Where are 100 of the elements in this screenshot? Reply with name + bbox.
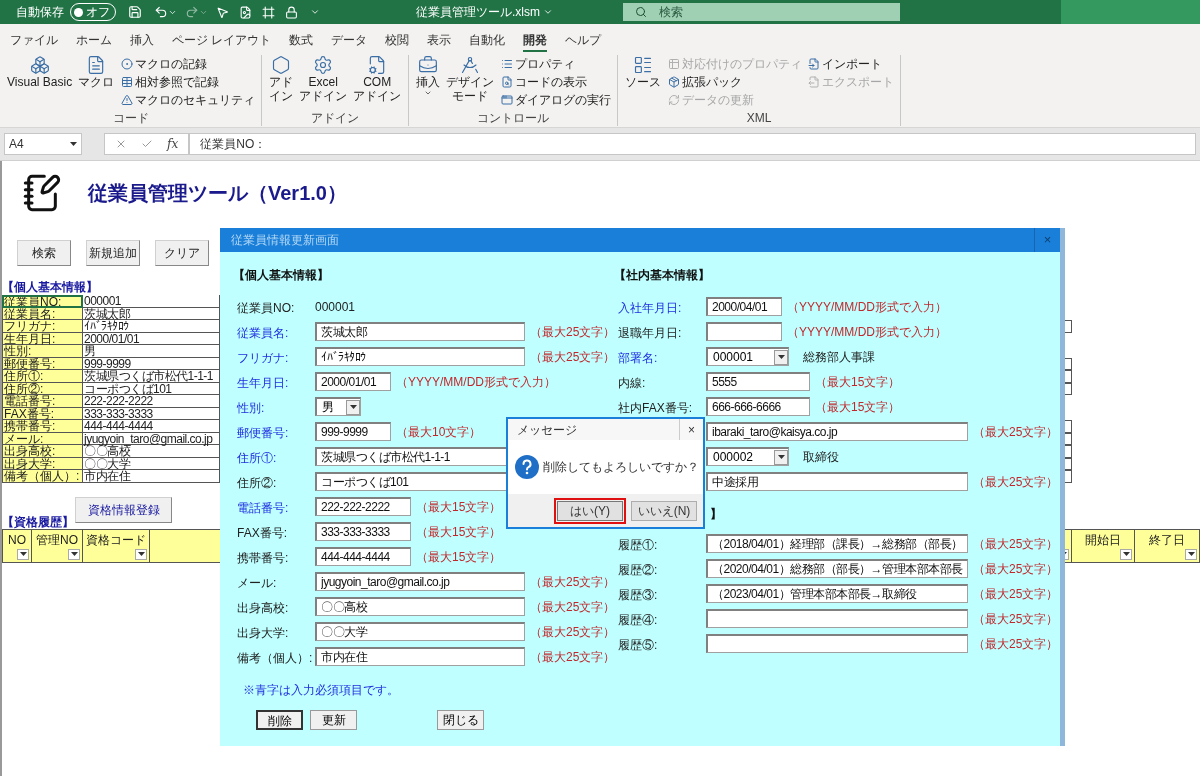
column-header[interactable]: NO — [2, 528, 32, 563]
text-field[interactable]: 〇〇大学 — [315, 622, 525, 641]
text-field[interactable]: 444-444-4444 — [315, 547, 411, 566]
ribbon-button[interactable]: プロパティ — [501, 55, 612, 72]
text-field[interactable]: 〇〇高校 — [315, 597, 525, 616]
dropdown[interactable]: 男 — [315, 397, 361, 416]
insert-function-button[interactable]: fx — [167, 135, 179, 153]
ribbon-tab[interactable]: ページ レイアウト — [172, 33, 272, 52]
customize-icon[interactable] — [310, 7, 320, 17]
label-cell[interactable]: 携帯番号: — [2, 420, 83, 433]
column-header[interactable]: 終了日 — [1135, 528, 1200, 563]
filter-button[interactable] — [1120, 548, 1132, 560]
ribbon-button[interactable]: Excel アドイン — [298, 55, 349, 111]
text-field[interactable] — [706, 634, 968, 653]
search-field[interactable]: 検索 — [623, 3, 900, 21]
text-field[interactable]: 5555 — [706, 372, 810, 391]
ribbon-button[interactable]: 挿入 — [415, 55, 442, 111]
text-field[interactable]: ibaraki_taro@kaisya.co.jp — [706, 422, 968, 441]
ribbon-button[interactable]: 拡張パック — [668, 73, 803, 90]
filter-button[interactable] — [68, 548, 80, 560]
filter-button[interactable] — [1185, 548, 1197, 560]
text-field[interactable]: （2023/04/01）管理本部本部長→取締役 — [706, 584, 968, 603]
cancel-icon[interactable] — [115, 138, 127, 150]
value-cell[interactable]: 333-333-3333 — [83, 407, 220, 420]
dropdown[interactable]: 000001 — [706, 347, 789, 366]
text-field[interactable]: 市内在住 — [315, 647, 525, 666]
value-cell[interactable]: 444-444-4444 — [83, 420, 220, 433]
text-field[interactable]: 222-222-2222 — [315, 497, 411, 516]
label-cell[interactable]: 出身高校: — [2, 445, 83, 458]
text-field[interactable]: （2020/04/01）総務部（部長）→管理本部本部長 — [706, 559, 968, 578]
formula-field[interactable]: 従業員NO： — [189, 133, 1196, 155]
ribbon-button[interactable]: コードの表示 — [501, 73, 612, 90]
ribbon-button[interactable]: マクロの記録 — [121, 55, 256, 72]
value-cell[interactable]: コーポつくば101 — [83, 382, 220, 395]
text-field[interactable]: 333-333-3333 — [315, 522, 411, 541]
sheet-button[interactable]: クリア — [155, 240, 209, 266]
save-icon[interactable] — [128, 5, 142, 19]
document-icon[interactable] — [239, 5, 252, 19]
register-button[interactable]: 資格情報登録 — [75, 496, 172, 523]
filter-button[interactable] — [17, 548, 29, 560]
close-button[interactable]: × — [679, 419, 703, 440]
ribbon-tab[interactable]: ヘルプ — [565, 33, 602, 52]
name-box[interactable]: A4 — [4, 133, 82, 155]
text-field[interactable]: （2018/04/01）経理部（課長）→総務部（部長） — [706, 534, 968, 553]
column-header[interactable]: 資格コード — [83, 528, 150, 563]
column-header[interactable]: 管理NO — [32, 528, 83, 563]
value-cell[interactable]: ｲﾊﾞﾗｷﾀﾛｳ — [83, 320, 220, 333]
ribbon-button[interactable]: マクロのセキュリティ — [121, 91, 256, 108]
text-field[interactable] — [706, 322, 782, 341]
ribbon-button[interactable]: COM アドイン — [352, 55, 403, 111]
value-cell[interactable]: 市内在住 — [83, 470, 220, 483]
value-cell[interactable]: 茨城県つくば市松代1-1-1 — [83, 370, 220, 383]
ribbon-button[interactable]: Visual Basic — [6, 55, 74, 111]
value-cell[interactable]: 000001 — [83, 295, 220, 308]
ribbon-button[interactable]: インポート — [808, 55, 895, 72]
value-cell[interactable]: 男 — [83, 345, 220, 358]
ribbon-button[interactable]: マクロ — [77, 55, 116, 111]
ribbon-tab[interactable]: 自動化 — [469, 33, 506, 52]
undo-icon[interactable] — [154, 5, 168, 19]
ribbon-tab[interactable]: 校閲 — [385, 33, 410, 52]
text-field[interactable]: 666-666-6666 — [706, 397, 810, 416]
ribbon-tab[interactable]: 挿入 — [130, 33, 154, 52]
lock-icon[interactable] — [285, 5, 298, 19]
label-cell[interactable]: フリガナ: — [2, 320, 83, 333]
text-field[interactable] — [706, 609, 968, 628]
value-cell[interactable]: 〇〇高校 — [83, 445, 220, 458]
sheet-button[interactable]: 新規追加 — [86, 240, 140, 266]
sheet-button[interactable]: 検索 — [17, 240, 71, 266]
ribbon-button[interactable]: 相対参照で記録 — [121, 73, 256, 90]
dropdown[interactable]: 000002 — [706, 447, 789, 466]
label-cell[interactable]: 備考（個人）: — [2, 470, 83, 483]
ribbon-tab[interactable]: 数式 — [289, 33, 314, 52]
text-field[interactable]: 999-9999 — [315, 422, 391, 441]
ribbon-button[interactable]: ソース — [624, 55, 663, 111]
label-cell[interactable]: 性別: — [2, 345, 83, 358]
value-cell[interactable]: 〇〇大学 — [83, 457, 220, 470]
ribbon-tab[interactable]: ファイル — [10, 33, 58, 52]
ribbon-tab[interactable]: データ — [331, 33, 368, 52]
text-field[interactable]: 2000/04/01 — [706, 297, 782, 316]
message-button[interactable]: いいえ(N) — [631, 500, 697, 521]
text-field[interactable]: 中途採用 — [706, 472, 968, 491]
message-button[interactable]: はい(Y) — [557, 500, 623, 521]
text-field[interactable]: ｲﾊﾞﾗｷﾀﾛｳ — [315, 347, 525, 366]
label-cell[interactable]: 住所①: — [2, 370, 83, 383]
ribbon-tab[interactable]: ホーム — [76, 33, 112, 52]
text-field[interactable]: 茨城太郎 — [315, 322, 525, 341]
dialog-button[interactable]: 閉じる — [437, 710, 484, 730]
dialog-button[interactable]: 削除 — [256, 710, 303, 730]
enter-icon[interactable] — [141, 138, 153, 150]
text-field[interactable]: jyugyoin_taro@gmail.co.jp — [315, 572, 525, 591]
ribbon-tab[interactable]: 開発 — [523, 33, 548, 52]
ribbon-button[interactable]: デザイン モード — [445, 55, 496, 111]
filter-button[interactable] — [135, 548, 147, 560]
frame-icon[interactable] — [262, 5, 275, 19]
ribbon-button[interactable]: ダイアログの実行 — [501, 91, 612, 108]
column-header[interactable]: 開始日 — [1072, 528, 1135, 563]
pointer-icon[interactable] — [216, 5, 229, 19]
value-cell[interactable]: 999-9999 — [83, 357, 220, 370]
label-cell[interactable]: 電話番号: — [2, 395, 83, 408]
ribbon-button[interactable]: アド イン — [268, 55, 295, 111]
